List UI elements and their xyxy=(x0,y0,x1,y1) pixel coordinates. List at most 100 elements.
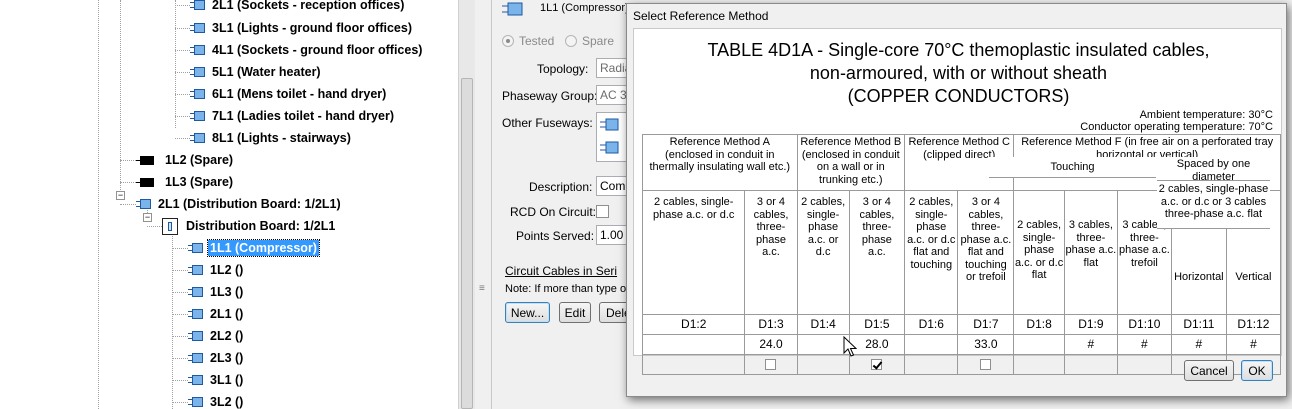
method-select-cell xyxy=(1063,354,1118,375)
method-select-cell xyxy=(641,354,746,375)
tree-node[interactable]: 4L1 (Sockets - ground floor offices) xyxy=(190,40,424,60)
method-a-header: Reference Method A (enclosed in conduit … xyxy=(642,134,798,191)
circuit-icon xyxy=(190,0,205,11)
circuit-icon xyxy=(188,308,203,320)
method-code-cell: D1:9 xyxy=(1063,314,1118,335)
tree-node[interactable]: 6L1 (Mens toilet - hand dryer) xyxy=(190,84,388,104)
tree-node[interactable]: 1L3 (Spare) xyxy=(136,172,235,192)
splitter-grip-icon: ≡ xyxy=(479,283,485,294)
spare-way-icon xyxy=(136,155,154,165)
tree-node[interactable]: 3L2 () xyxy=(188,392,245,409)
tree-connector xyxy=(175,72,190,73)
tree-node[interactable]: 2L3 () xyxy=(188,348,245,368)
cancel-button[interactable]: Cancel xyxy=(1184,360,1234,381)
tree-node[interactable]: 1L1 (Compressor) xyxy=(188,238,320,258)
circuit-icon xyxy=(136,198,151,210)
tree-node[interactable]: 2L1 () xyxy=(188,304,245,324)
tree-node-label: 1L3 () xyxy=(210,285,244,299)
tree-node[interactable]: 1L3 () xyxy=(188,282,245,302)
tree-node[interactable]: 1L2 (Spare) xyxy=(136,150,235,170)
tree-scrollbar-thumb[interactable] xyxy=(461,78,473,409)
method-value-cell: # xyxy=(1116,334,1172,355)
tree-node-label: 1L1 (Compressor) xyxy=(207,239,320,257)
tree-scrollbar[interactable] xyxy=(458,0,475,409)
method-select-cell xyxy=(848,354,906,375)
tree-node-label: 3L1 (Lights - ground floor offices) xyxy=(212,21,412,35)
tree-node-label: 2L1 () xyxy=(210,307,244,321)
tree-node[interactable]: 3L1 (Lights - ground floor offices) xyxy=(190,18,414,38)
tree-connector xyxy=(172,336,188,337)
tree-node[interactable]: Distribution Board: 1/2L1 xyxy=(162,216,337,236)
mouse-cursor-icon xyxy=(843,336,857,357)
collapse-icon[interactable]: − xyxy=(116,191,125,200)
tree-guide-line xyxy=(98,0,99,409)
circuit-icon xyxy=(188,396,203,408)
tree-node-label: 6L1 (Mens toilet - hand dryer) xyxy=(212,87,387,101)
tree-node-label: 2L1 (Sockets - reception offices) xyxy=(212,0,405,12)
method-code-cell: D1:4 xyxy=(796,314,850,335)
method-code-cell: D1:11 xyxy=(1170,314,1227,335)
spaced-arrangement-text: 2 cables, single-phase a.c. or d.c or 3 … xyxy=(1157,182,1270,229)
tree-connector xyxy=(120,160,136,161)
tree-node[interactable]: 8L1 (Lights - stairways) xyxy=(190,128,353,148)
edit-cable-button[interactable]: Edit xyxy=(559,302,591,323)
cable-arrangement-text: 3 or 4 cables, three-phase a.c. xyxy=(859,196,895,258)
method-code-cell: D1:10 xyxy=(1116,314,1172,335)
method-value-cell xyxy=(796,334,850,355)
tree-node-label: 1L2 () xyxy=(210,263,244,277)
tree-node-label: 8L1 (Lights - stairways) xyxy=(212,131,351,145)
method-select-cell xyxy=(904,354,959,375)
tree-connector xyxy=(147,226,162,227)
cable-arrangement-text: 2 cables, single-phase a.c. or d.c flat … xyxy=(907,196,956,271)
circuit-icon xyxy=(190,132,205,144)
method-select-checkbox[interactable] xyxy=(765,358,777,370)
cable-arrangement-cell: 2 cables, single-phase a.c. or d.c flat … xyxy=(904,190,959,315)
tree-guide-line xyxy=(120,0,121,196)
tree-guide-line xyxy=(172,228,173,409)
cable-arrangement-text: 2 cables, single-phase a.c. or d.c xyxy=(801,196,846,258)
table-title-line-1: TABLE 4D1A - Single-core 70°C themoplast… xyxy=(707,40,1210,60)
ok-button[interactable]: OK xyxy=(1241,360,1273,381)
dialog-title: Select Reference Method xyxy=(633,9,769,23)
tree-node[interactable]: 2L1 (Distribution Board: 1/2L1) xyxy=(136,194,343,214)
tree-node-label: 2L2 () xyxy=(210,329,244,343)
new-cable-button[interactable]: New... xyxy=(505,302,550,323)
method-value-cell: 24.0 xyxy=(744,334,798,355)
tree-node[interactable]: 7L1 (Ladies toilet - hand dryer) xyxy=(190,106,396,126)
tree-node-label: 2L3 () xyxy=(210,351,244,365)
tree-node-label: 7L1 (Ladies toilet - hand dryer) xyxy=(212,109,394,123)
cable-arrangement-text: 3 cables, three-phase a.c. flat xyxy=(1065,219,1117,269)
tree-node[interactable]: 1L2 () xyxy=(188,260,245,280)
tree-connector xyxy=(172,314,188,315)
cable-arrangement-cell: 2 cables, single-phase a.c. or d.c flat xyxy=(1013,190,1065,315)
tree-node-label: 1L3 (Spare) xyxy=(165,175,234,189)
method-value-cell: # xyxy=(1170,334,1227,355)
tree-guide-line xyxy=(175,0,176,128)
operating-temperature: Conductor operating temperature: 70°C xyxy=(1080,121,1273,133)
tree-node[interactable]: 3L1 () xyxy=(188,370,245,390)
method-select-checkbox[interactable] xyxy=(871,358,883,370)
collapse-icon[interactable]: − xyxy=(143,213,152,222)
tree-connector xyxy=(175,116,190,117)
tree-node[interactable]: 5L1 (Water heater) xyxy=(190,62,323,82)
reference-table-panel: TABLE 4D1A - Single-core 70°C themoplast… xyxy=(633,28,1282,375)
rcd-checkbox[interactable] xyxy=(596,205,609,218)
tree-connector xyxy=(120,204,136,205)
method-value-cell xyxy=(641,334,746,355)
circuit-icon xyxy=(188,352,203,364)
tested-radio[interactable]: Tested xyxy=(502,34,554,48)
method-select-cell xyxy=(796,354,850,375)
panel-splitter[interactable]: ≡ xyxy=(475,0,491,409)
form-header: 1L1 (Compressor) xyxy=(540,2,629,14)
spare-radio[interactable]: Spare xyxy=(565,34,614,48)
spare-radio-label: Spare xyxy=(582,34,615,48)
tree-node-label: 2L1 (Distribution Board: 1/2L1) xyxy=(158,197,341,211)
method-select-checkbox[interactable] xyxy=(980,358,992,370)
tree-node[interactable]: 2L2 () xyxy=(188,326,245,346)
circuit-icon xyxy=(190,110,205,122)
circuit-cables-heading: Circuit Cables in Seri xyxy=(505,264,618,278)
circuit-tree[interactable]: 2L1 (Sockets - reception offices) 3L1 (Li… xyxy=(0,0,460,409)
table-title-line-3: (COPPER CONDUCTORS) xyxy=(847,86,1070,106)
tree-node[interactable]: 2L1 (Sockets - reception offices) xyxy=(190,0,406,15)
tree-connector xyxy=(120,182,136,183)
